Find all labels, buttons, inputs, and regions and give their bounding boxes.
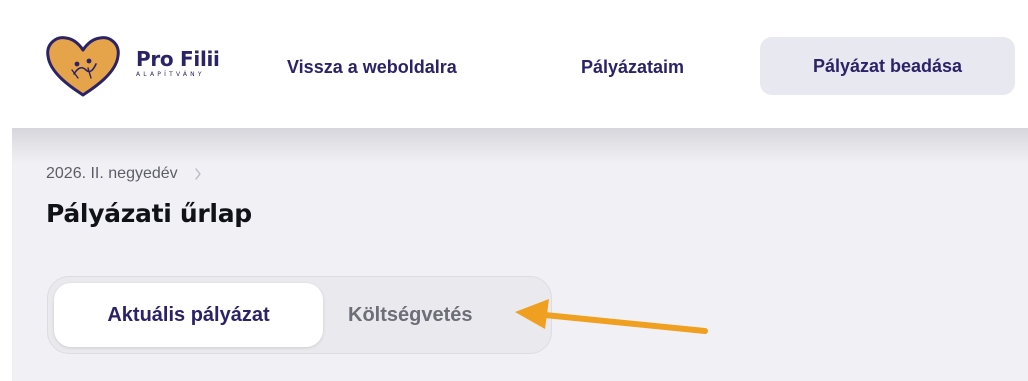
top-navigation-bar: Pro Filii ALAPÍTVÁNY Vissza a weboldalra… xyxy=(0,0,1028,128)
arrow-left-icon xyxy=(515,299,708,334)
heart-logo-icon xyxy=(46,36,120,97)
my-applications-link[interactable]: Pályázataim xyxy=(581,48,684,86)
breadcrumb-item[interactable]: 2026. II. negyedév xyxy=(46,165,178,183)
logo-subtitle: ALAPÍTVÁNY xyxy=(136,71,205,78)
page-title: Pályázati űrlap xyxy=(46,199,252,228)
tab-current-application[interactable]: Aktuális pályázat xyxy=(54,283,323,347)
pro-filii-logo[interactable]: Pro Filii ALAPÍTVÁNY xyxy=(44,34,244,98)
app-window: Pro Filii ALAPÍTVÁNY Vissza a weboldalra… xyxy=(0,0,1028,381)
chevron-right-icon xyxy=(194,168,201,180)
tab-budget[interactable]: Költségvetés xyxy=(348,283,473,347)
back-to-website-link[interactable]: Vissza a weboldalra xyxy=(287,48,457,86)
logo-name: Pro Filii xyxy=(136,47,220,71)
tab-bar: Aktuális pályázat Költségvetés xyxy=(47,276,552,354)
logo-text: Pro Filii ALAPÍTVÁNY xyxy=(136,48,220,79)
submit-application-button[interactable]: Pályázat beadása xyxy=(760,37,1015,95)
breadcrumb: 2026. II. negyedév xyxy=(46,165,202,183)
